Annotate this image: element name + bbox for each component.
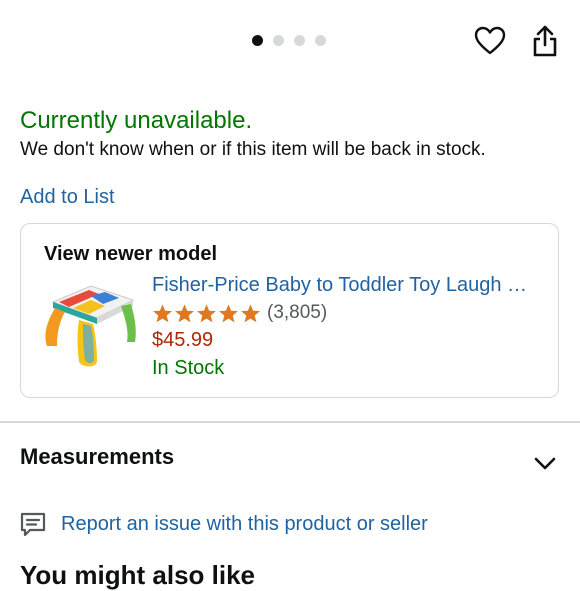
- carousel-dot-1[interactable]: [252, 35, 263, 46]
- availability-status: Currently unavailable.: [20, 107, 253, 134]
- newer-model-card[interactable]: View newer model Fisher-Price Baby to To…: [20, 223, 559, 398]
- star-icon: [197, 303, 216, 322]
- report-icon: [20, 512, 46, 537]
- chevron-down-icon[interactable]: [533, 456, 557, 472]
- star-icon: [219, 303, 238, 322]
- star-rating[interactable]: (3,805): [152, 302, 327, 324]
- star-icon: [153, 303, 172, 322]
- newer-model-heading: View newer model: [44, 243, 218, 265]
- image-carousel-dots[interactable]: [252, 35, 326, 46]
- recommendations-heading: You might also like: [20, 560, 256, 590]
- carousel-dot-2[interactable]: [273, 35, 284, 46]
- heart-icon[interactable]: [474, 25, 506, 57]
- stock-status: In Stock: [152, 357, 225, 379]
- rating-count[interactable]: (3,805): [267, 302, 327, 324]
- price: $45.99: [152, 329, 214, 351]
- newer-model-title-link[interactable]: Fisher-Price Baby to Toddler Toy Laugh …: [152, 274, 527, 297]
- carousel-dot-3[interactable]: [294, 35, 305, 46]
- report-issue-link[interactable]: Report an issue with this product or sel…: [61, 513, 428, 536]
- share-icon[interactable]: [530, 24, 560, 58]
- availability-note: We don't know when or if this item will …: [20, 139, 486, 160]
- product-thumbnail[interactable]: [39, 272, 143, 372]
- top-bar: [0, 0, 580, 82]
- section-divider: [0, 421, 580, 423]
- add-to-list-link[interactable]: Add to List: [20, 186, 115, 209]
- measurements-heading[interactable]: Measurements: [20, 444, 174, 470]
- carousel-dot-4[interactable]: [315, 35, 326, 46]
- star-icon: [241, 303, 260, 322]
- star-icon: [175, 303, 194, 322]
